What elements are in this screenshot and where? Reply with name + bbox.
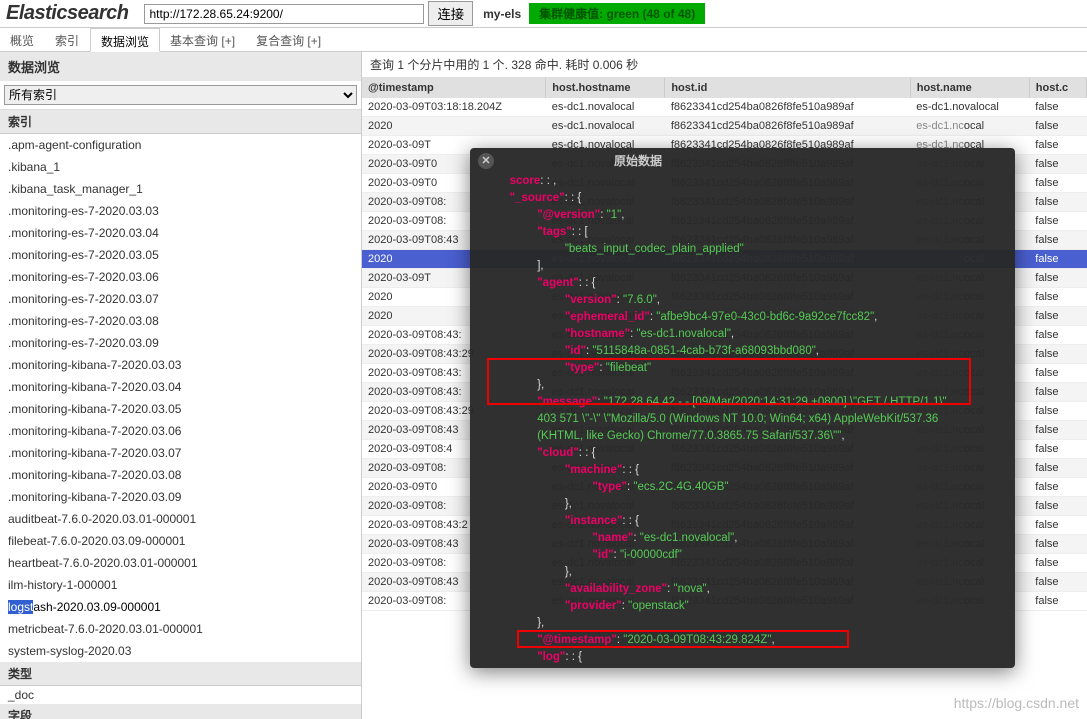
overlay-header: ✕ 原始数据 [470,148,1015,173]
tab-overview[interactable]: 概览 [0,28,45,51]
index-item[interactable]: .monitoring-es-7-2020.03.08 [0,310,361,332]
index-item[interactable]: .monitoring-kibana-7-2020.03.06 [0,420,361,442]
tab-indices[interactable]: 索引 [45,28,90,51]
col-header[interactable]: host.name [910,78,1029,98]
query-info: 查询 1 个分片中用的 1 个. 328 命中. 耗时 0.006 秒 [362,52,1087,78]
tab-basic-query[interactable]: 基本查询 [+] [160,28,246,51]
index-item[interactable]: .monitoring-es-7-2020.03.06 [0,266,361,288]
index-item[interactable]: .kibana_1 [0,156,361,178]
index-item[interactable]: metricbeat-7.6.0-2020.03.01-000001 [0,618,361,640]
close-icon[interactable]: ✕ [478,153,494,169]
index-list: .apm-agent-configuration.kibana_1.kibana… [0,134,361,662]
all-indices-select[interactable]: 所有索引 [4,85,357,105]
overlay-title: 原始数据 [614,152,662,169]
table-header-row: @timestamphost.hostnamehost.idhost.nameh… [362,78,1087,98]
health-badge: 集群健康值: green (48 of 48) [529,3,705,24]
section-type: 类型 [0,662,361,686]
col-header[interactable]: host.id [665,78,910,98]
index-item[interactable]: ilm-history-1-000001 [0,574,361,596]
index-item[interactable]: auditbeat-7.6.0-2020.03.01-000001 [0,508,361,530]
index-item[interactable]: heartbeat-7.6.0-2020.03.01-000001 [0,552,361,574]
index-item[interactable]: .monitoring-kibana-7-2020.03.04 [0,376,361,398]
index-item[interactable]: .apm-agent-configuration [0,134,361,156]
index-item[interactable]: .monitoring-kibana-7-2020.03.09 [0,486,361,508]
index-item[interactable]: .monitoring-kibana-7-2020.03.05 [0,398,361,420]
main-tabs: 概览 索引 数据浏览 基本查询 [+] 复合查询 [+] [0,28,1087,52]
col-header[interactable]: host.hostname [546,78,665,98]
sidebar-title: 数据浏览 [0,52,361,81]
index-item[interactable]: .monitoring-es-7-2020.03.03 [0,200,361,222]
type-item[interactable]: _doc [0,686,361,704]
section-field: 字段 [0,704,361,719]
index-item[interactable]: .monitoring-kibana-7-2020.03.08 [0,464,361,486]
tab-compound-query[interactable]: 复合查询 [+] [246,28,332,51]
index-item[interactable]: .monitoring-es-7-2020.03.07 [0,288,361,310]
section-index: 索引 [0,110,361,134]
index-item[interactable]: .monitoring-es-7-2020.03.04 [0,222,361,244]
index-item[interactable]: filebeat-7.6.0-2020.03.09-000001 [0,530,361,552]
table-row[interactable]: 2020-03-09T03:18:18.204Zes-dc1.novalocal… [362,98,1087,117]
watermark: https://blog.csdn.net [954,695,1079,711]
index-item[interactable]: system-syslog-2020.03 [0,640,361,662]
table-row[interactable]: 2020es-dc1.novalocalf8623341cd254ba0826f… [362,117,1087,136]
sidebar: 数据浏览 所有索引 索引 .apm-agent-configuration.ki… [0,52,362,719]
connect-button[interactable]: 连接 [428,1,473,26]
app-logo: Elasticsearch [6,2,128,25]
raw-data-overlay: ✕ 原始数据 score: : , "_source": : { "@versi… [470,148,1015,668]
cluster-name: my-els [483,7,521,21]
cluster-url-input[interactable] [144,4,424,24]
col-header[interactable]: host.c [1029,78,1086,98]
index-item[interactable]: .kibana_task_manager_1 [0,178,361,200]
json-viewer[interactable]: score: : , "_source": : { "@version": "1… [470,173,1015,668]
index-item[interactable]: .monitoring-es-7-2020.03.09 [0,332,361,354]
tab-browse[interactable]: 数据浏览 [90,28,160,52]
index-item[interactable]: .monitoring-kibana-7-2020.03.03 [0,354,361,376]
index-item[interactable]: .monitoring-es-7-2020.03.05 [0,244,361,266]
header-bar: Elasticsearch 连接 my-els 集群健康值: green (48… [0,0,1087,28]
index-item[interactable]: logstash-2020.03.09-000001 [0,596,361,618]
col-header[interactable]: @timestamp [362,78,546,98]
index-item[interactable]: .monitoring-kibana-7-2020.03.07 [0,442,361,464]
